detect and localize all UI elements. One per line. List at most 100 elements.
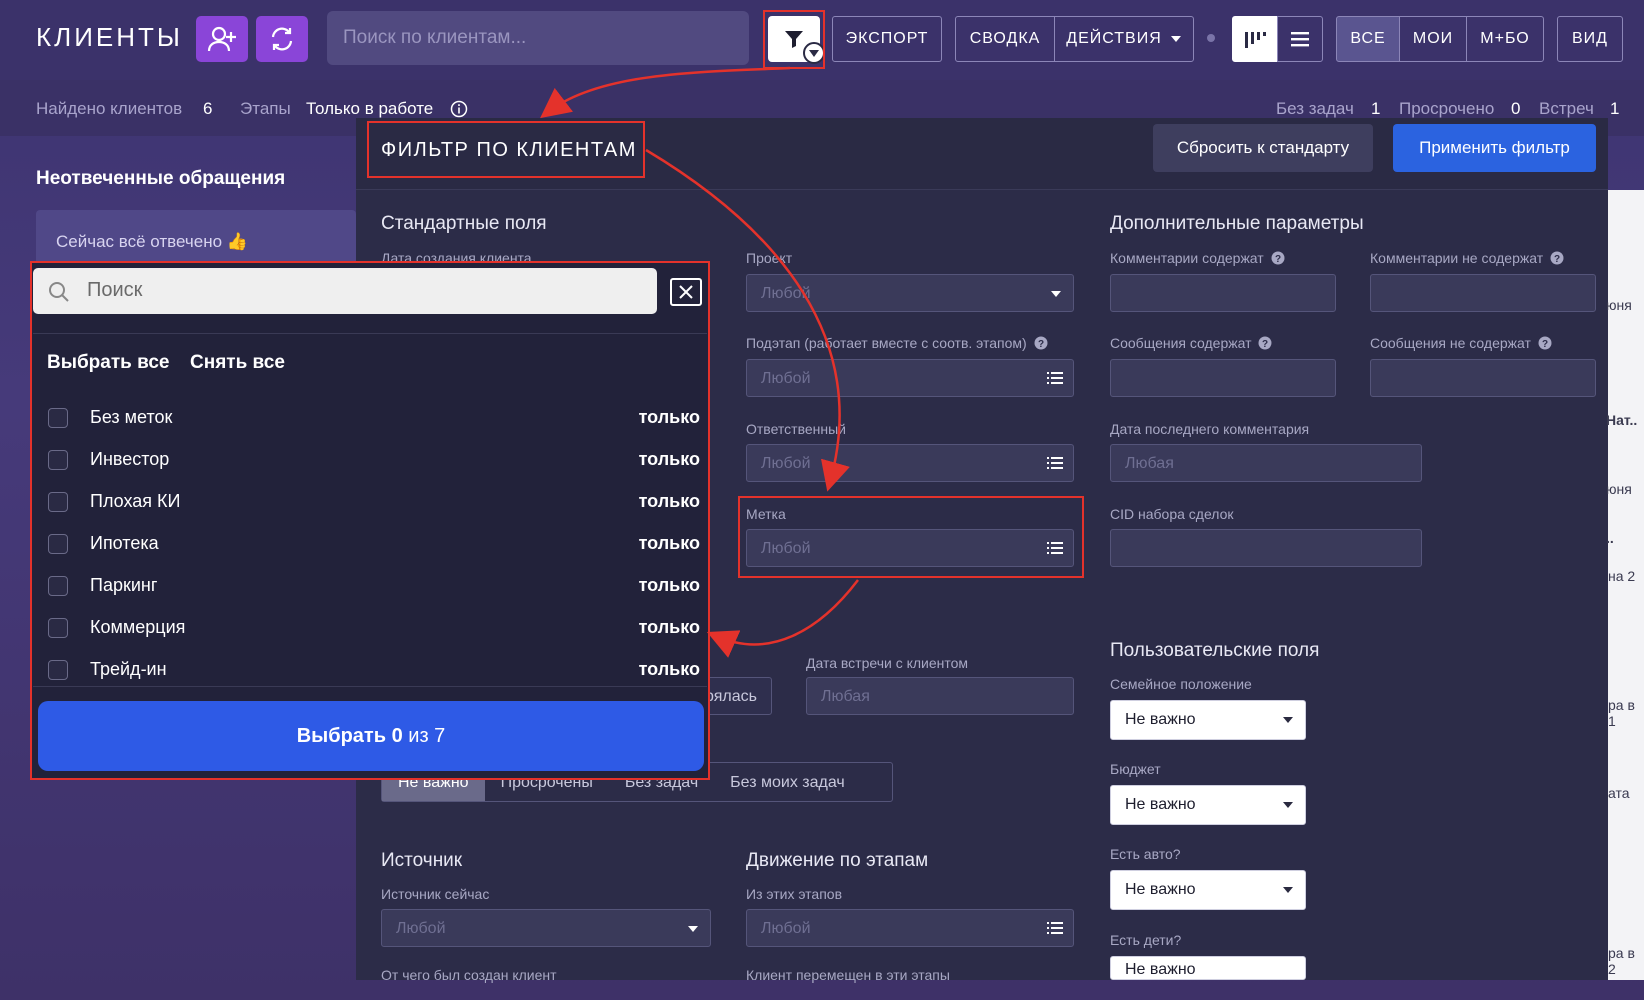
help-icon[interactable]: ? — [1258, 336, 1272, 350]
source-title: Источник — [381, 850, 463, 871]
unanswered-title: Неотвеченные обращения — [36, 168, 286, 189]
svg-text:?: ? — [1275, 254, 1281, 265]
view-button[interactable]: ВИД — [1557, 16, 1623, 62]
board-text: ата — [1608, 785, 1630, 801]
custom-fields-title: Пользовательские поля — [1110, 640, 1320, 661]
list-view-button[interactable] — [1277, 16, 1323, 62]
summary-button[interactable]: СВОДКА — [955, 16, 1055, 62]
list-icon — [1291, 32, 1309, 47]
substage-select[interactable]: Любой — [746, 359, 1074, 397]
board-text: юня — [1606, 481, 1632, 497]
extra-params-title: Дополнительные параметры — [1110, 213, 1364, 234]
list-icon — [1047, 372, 1063, 384]
board-text: ра в 1 — [1608, 697, 1635, 729]
car-value: Не важно — [1125, 881, 1196, 898]
help-icon[interactable]: ? — [1538, 336, 1552, 350]
board-text: Нат.. — [1606, 412, 1638, 428]
actions-dropdown[interactable]: ДЕЙСТВИЯ — [1054, 16, 1194, 62]
sync-icon — [271, 27, 293, 51]
from-stages-label: Из этих этапов — [746, 886, 843, 902]
apply-filter-button[interactable]: Применить фильтр — [1393, 124, 1596, 172]
export-button[interactable]: ЭКСПОРТ — [832, 16, 942, 62]
car-label: Есть авто? — [1110, 846, 1181, 862]
actions-label: ДЕЙСТВИЯ — [1066, 30, 1162, 47]
meeting-date-input[interactable]: Любая — [806, 677, 1074, 715]
kanban-view-button[interactable] — [1232, 16, 1278, 62]
source-now-label: Источник сейчас — [381, 886, 490, 902]
source-now-select[interactable]: Любой — [381, 909, 711, 947]
messages-contain-label-wrap: Сообщения содержат ? — [1110, 335, 1272, 351]
family-select[interactable]: Не важно — [1110, 700, 1306, 740]
chevron-down-icon — [1170, 36, 1181, 42]
comments-not-contain-input[interactable] — [1370, 274, 1596, 312]
messages-contain-label: Сообщения содержат — [1110, 335, 1252, 351]
budget-label: Бюджет — [1110, 761, 1161, 777]
no-tasks-label: Без задач — [1276, 99, 1354, 118]
meeting-date-label: Дата встречи с клиентом — [806, 655, 969, 671]
caret-down-icon — [688, 926, 698, 932]
project-label: Проект — [746, 250, 793, 266]
filter-button-highlight — [763, 10, 825, 69]
from-stages-value: Любой — [761, 920, 811, 937]
all-answered-text: Сейчас всё отвечено 👍 — [56, 232, 248, 251]
svg-text:?: ? — [1554, 254, 1560, 265]
sync-button[interactable] — [256, 16, 308, 62]
comments-contain-input[interactable] — [1110, 274, 1336, 312]
found-label: Найдено клиентов — [36, 99, 183, 118]
all-answered-card: Сейчас всё отвечено 👍 — [36, 210, 356, 266]
meeting-date-value: Любая — [821, 688, 870, 705]
family-value: Не важно — [1125, 711, 1196, 728]
client-search-input[interactable]: Поиск по клиентам... — [327, 11, 749, 65]
messages-contain-input[interactable] — [1110, 359, 1336, 397]
stages-move-title: Движение по этапам — [746, 850, 929, 871]
stages-label: Этапы — [240, 99, 291, 118]
standard-fields-title: Стандартные поля — [381, 213, 547, 234]
messages-not-contain-label-wrap: Сообщения не содержат ? — [1370, 335, 1552, 351]
stages-value[interactable]: Только в работе — [306, 99, 433, 119]
svg-text:?: ? — [1038, 339, 1044, 350]
reset-filter-button[interactable]: Сбросить к стандарту — [1153, 124, 1373, 172]
popup-highlight — [30, 261, 710, 780]
svg-text:?: ? — [1542, 339, 1548, 350]
tasks-tab-no-my-tasks[interactable]: Без моих задач — [714, 763, 861, 801]
cid-input[interactable] — [1110, 529, 1422, 567]
meetings-label: Встреч — [1539, 99, 1594, 118]
found-count: 6 — [203, 99, 213, 118]
scope-tab-all[interactable]: ВСЕ — [1336, 16, 1400, 62]
comments-contain-label: Комментарии содержат — [1110, 250, 1264, 266]
info-icon[interactable] — [450, 100, 468, 118]
comments-not-contain-label: Комментарии не содержат — [1370, 250, 1544, 266]
comments-contain-label-wrap: Комментарии содержат ? — [1110, 250, 1285, 266]
help-icon[interactable]: ? — [1550, 251, 1564, 265]
project-select[interactable]: Любой — [746, 274, 1074, 312]
kids-select[interactable]: Не важно — [1110, 956, 1306, 980]
board-text: на 2 — [1608, 568, 1636, 584]
add-client-button[interactable] — [196, 16, 248, 62]
tag-field-highlight — [738, 496, 1084, 578]
kids-label: Есть дети? — [1110, 932, 1182, 948]
budget-select[interactable]: Не важно — [1110, 785, 1306, 825]
meeting-status-label: рялась — [705, 688, 757, 705]
help-icon[interactable]: ? — [1271, 251, 1285, 265]
board-text: .. — [1606, 530, 1614, 546]
help-icon[interactable]: ? — [1034, 336, 1048, 350]
source-now-value: Любой — [396, 920, 446, 937]
meetings-count: 1 — [1610, 99, 1620, 118]
board-text: ра в 2 — [1608, 945, 1635, 977]
moved-stages-label: Клиент перемещен в эти этапы — [746, 967, 950, 983]
overdue-count: 0 — [1511, 99, 1521, 118]
messages-not-contain-input[interactable] — [1370, 359, 1596, 397]
overdue-label: Просрочено — [1399, 99, 1495, 118]
scope-tab-mbo[interactable]: М+БО — [1466, 16, 1544, 62]
last-comment-input[interactable]: Любая — [1110, 444, 1422, 482]
responsible-select[interactable]: Любой — [746, 444, 1074, 482]
responsible-value: Любой — [761, 455, 811, 472]
substage-value: Любой — [761, 370, 811, 387]
scope-tab-my[interactable]: МОИ — [1399, 16, 1467, 62]
cid-label: CID набора сделок — [1110, 506, 1234, 522]
comments-not-contain-label-wrap: Комментарии не содержат ? — [1370, 250, 1564, 266]
svg-text:?: ? — [1262, 339, 1268, 350]
messages-not-contain-label: Сообщения не содержат — [1370, 335, 1531, 351]
from-stages-select[interactable]: Любой — [746, 909, 1074, 947]
car-select[interactable]: Не важно — [1110, 870, 1306, 910]
